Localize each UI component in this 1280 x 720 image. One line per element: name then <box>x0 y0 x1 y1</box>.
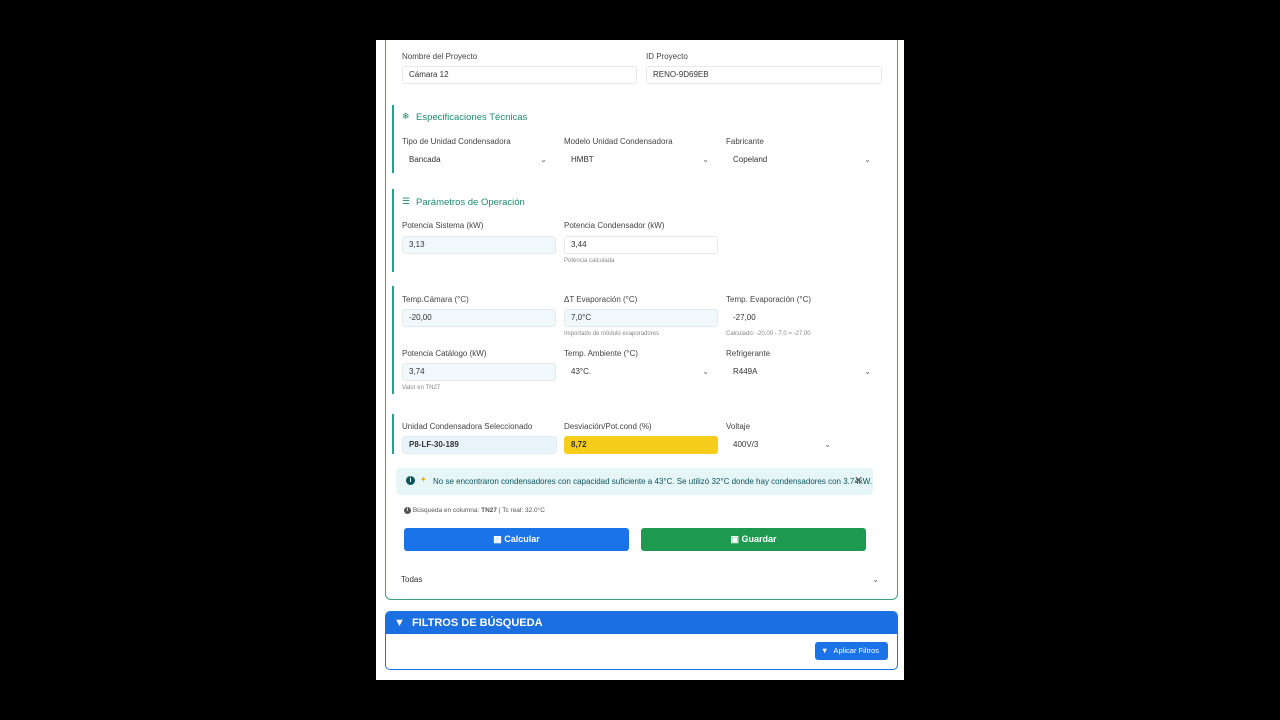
maker-label: Fabricante <box>726 137 764 146</box>
maker-select[interactable]: Copeland ⌄ <box>726 151 878 169</box>
sliders-icon: ☰ <box>402 196 411 206</box>
project-id-label: ID Proyecto <box>646 52 688 61</box>
chevron-down-icon: ⌄ <box>872 575 879 584</box>
deviation-field: 8,72 <box>564 436 718 454</box>
evap-temp-value: -27,00 <box>726 309 880 327</box>
project-id-input[interactable]: RENO-9D69EB <box>646 66 882 84</box>
specs-section <box>392 105 394 173</box>
system-power-label: Potencia Sistema (kW) <box>402 221 484 230</box>
alert-text: No se encontraron condensadores con capa… <box>433 477 873 486</box>
chevron-down-icon: ⌄ <box>702 155 709 164</box>
model-label: Modelo Unidad Condensadora <box>564 137 673 146</box>
filters-header[interactable]: ▼ FILTROS DE BÚSQUEDA <box>386 612 897 634</box>
ambient-temp-select[interactable]: 43°C. ⌄ <box>564 363 716 381</box>
voltage-select[interactable]: 400V/3 ⌄ <box>726 436 838 454</box>
operation-title: Parámetros de Operación <box>416 197 525 208</box>
refrigerant-label: Refrigerante <box>726 349 771 358</box>
search-column-suffix: | Tc real: 32.0°C <box>498 507 545 515</box>
delta-evap-hint: Importado de módulo evaporadores <box>564 331 660 337</box>
catalog-power-hint: Valor en TN27 <box>402 385 441 391</box>
save-label: Guardar <box>741 534 777 544</box>
search-column-prefix: Búsqueda en columna: <box>412 507 480 515</box>
maker-value: Copeland <box>733 155 768 164</box>
chevron-down-icon: ⌄ <box>824 440 831 449</box>
search-filters-card: ▼ FILTROS DE BÚSQUEDA ▼ Aplicar Filtros <box>385 611 898 670</box>
save-button[interactable]: ▣ Guardar <box>641 528 866 551</box>
selected-unit-field: P8-LF-30-189 <box>402 436 557 454</box>
calculate-button[interactable]: ▦ Calcular <box>404 528 629 551</box>
delta-evap-label: ΔT Evaporación (°C) <box>564 295 638 304</box>
chamber-temp-input[interactable]: -20,00 <box>402 309 556 327</box>
search-column-info: i Búsqueda en columna: TN27 | Tc real: 3… <box>404 507 545 514</box>
apply-filters-button[interactable]: ▼ Aplicar Filtros <box>815 642 888 660</box>
info-icon: i <box>404 507 411 514</box>
close-icon[interactable]: ✕ <box>854 474 863 487</box>
floppy-disk-icon: ▣ <box>730 534 739 544</box>
model-select[interactable]: HMBT ⌄ <box>564 151 716 169</box>
evap-temp-label: Temp. Evaporación (°C) <box>726 295 812 304</box>
model-value: HMBT <box>571 155 594 164</box>
system-power-input[interactable]: 3,13 <box>402 236 556 254</box>
condenser-power-label: Potencia Condensador (kW) <box>564 221 665 230</box>
ambient-temp-label: Temp. Ambiente (°C) <box>564 349 638 358</box>
specs-title: Especificaciones Técnicas <box>416 112 528 123</box>
funnel-icon: ▼ <box>821 646 829 655</box>
catalog-power-input[interactable]: 3,74 <box>402 363 556 381</box>
project-name-label: Nombre del Proyecto <box>402 52 478 61</box>
search-column-name: TN27 <box>481 507 498 515</box>
voltage-label: Voltaje <box>726 422 751 431</box>
filters-title: FILTROS DE BÚSQUEDA <box>411 617 543 629</box>
chevron-down-icon: ⌄ <box>702 367 709 376</box>
chamber-temp-label: Temp.Cámara (°C) <box>402 295 469 304</box>
form-page: Nombre del Proyecto Cámara 12 ID Proyect… <box>376 40 904 680</box>
all-filter-select[interactable]: Todas ⌄ <box>394 571 886 589</box>
selected-unit-label: Unidad Condensadora Seleccionado <box>402 422 533 431</box>
unit-type-label: Tipo de Unidad Condensadora <box>402 137 511 146</box>
delta-evap-input[interactable]: 7,0°C <box>564 309 718 327</box>
snowflake-icon: ❄ <box>402 111 410 121</box>
unit-type-value: Bancada <box>409 155 441 164</box>
chevron-down-icon: ⌄ <box>540 155 547 164</box>
refrigerant-select[interactable]: R449A ⌄ <box>726 363 878 381</box>
chevron-down-icon: ⌄ <box>864 155 871 164</box>
operation-section <box>392 189 394 272</box>
selection-section <box>392 414 394 454</box>
lightbulb-icon: ✦ <box>420 475 427 484</box>
refrigerant-value: R449A <box>733 367 758 376</box>
condenser-power-hint: Potencia calculada <box>564 258 615 264</box>
apply-filters-label: Aplicar Filtros <box>833 646 879 655</box>
all-filter-value: Todas <box>401 575 423 584</box>
evap-temp-hint: Calculado: -20,00 - 7,0 = -27,00 <box>726 331 811 337</box>
deviation-label: Desviación/Pot.cond (%) <box>564 422 652 431</box>
condenser-power-input[interactable]: 3,44 <box>564 236 718 254</box>
project-name-input[interactable]: Cámara 12 <box>402 66 637 84</box>
calculator-icon: ▦ <box>493 534 502 544</box>
ambient-temp-value: 43°C. <box>571 367 592 376</box>
voltage-value: 400V/3 <box>733 440 759 449</box>
catalog-power-label: Potencia Catálogo (kW) <box>402 349 487 358</box>
temperatures-section <box>392 286 394 394</box>
info-icon: i <box>406 476 415 485</box>
chevron-down-icon: ⌄ <box>864 367 871 376</box>
calculate-label: Calcular <box>504 534 540 544</box>
capacity-alert: i ✦ No se encontraron condensadores con … <box>396 468 873 495</box>
funnel-icon: ▼ <box>394 617 405 629</box>
unit-type-select[interactable]: Bancada ⌄ <box>402 151 554 169</box>
